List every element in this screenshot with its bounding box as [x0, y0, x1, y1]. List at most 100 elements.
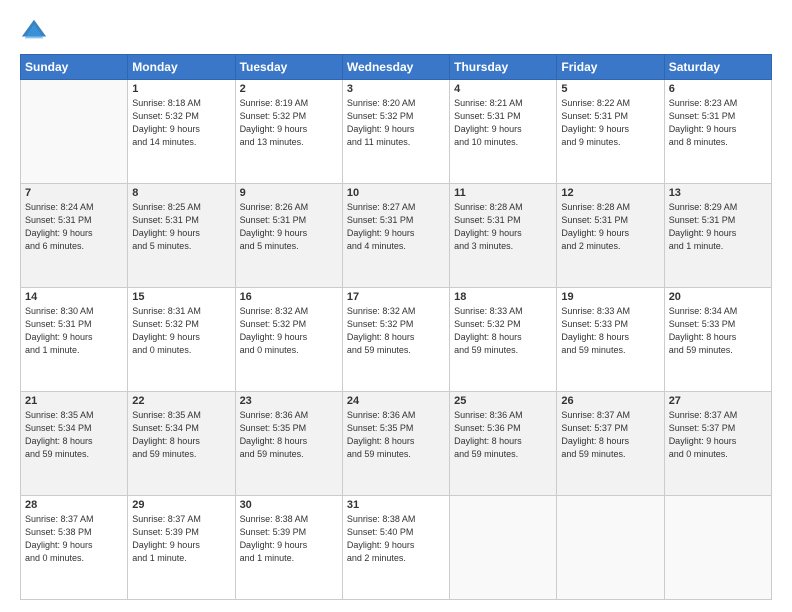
cell-info: Sunrise: 8:24 AMSunset: 5:31 PMDaylight:…	[25, 201, 123, 253]
day-number: 23	[240, 395, 338, 407]
cell-info: Sunrise: 8:27 AMSunset: 5:31 PMDaylight:…	[347, 201, 445, 253]
day-number: 11	[454, 187, 552, 199]
calendar-cell: 30 Sunrise: 8:38 AMSunset: 5:39 PMDayligh…	[235, 496, 342, 600]
calendar-week-row: 7 Sunrise: 8:24 AMSunset: 5:31 PMDaylight…	[21, 184, 772, 288]
cell-info: Sunrise: 8:28 AMSunset: 5:31 PMDaylight:…	[561, 201, 659, 253]
logo	[20, 16, 54, 44]
cell-info: Sunrise: 8:23 AMSunset: 5:31 PMDaylight:…	[669, 97, 767, 149]
calendar-cell: 18 Sunrise: 8:33 AMSunset: 5:32 PMDayligh…	[450, 288, 557, 392]
day-number: 10	[347, 187, 445, 199]
calendar-cell: 19 Sunrise: 8:33 AMSunset: 5:33 PMDayligh…	[557, 288, 664, 392]
day-number: 6	[669, 83, 767, 95]
calendar-cell: 26 Sunrise: 8:37 AMSunset: 5:37 PMDayligh…	[557, 392, 664, 496]
cell-info: Sunrise: 8:36 AMSunset: 5:36 PMDaylight:…	[454, 409, 552, 461]
calendar-cell: 17Sunrise: 8:32 AMSunset: 5:32 PMDayligh…	[342, 288, 449, 392]
cell-info: Sunrise: 8:33 AMSunset: 5:33 PMDaylight:…	[561, 305, 659, 357]
cell-info: Sunrise: 8:28 AMSunset: 5:31 PMDaylight:…	[454, 201, 552, 253]
calendar-cell	[450, 496, 557, 600]
cell-info: Sunrise: 8:35 AMSunset: 5:34 PMDaylight:…	[25, 409, 123, 461]
day-number: 5	[561, 83, 659, 95]
logo-icon	[20, 16, 48, 44]
calendar-cell: 20Sunrise: 8:34 AMSunset: 5:33 PMDayligh…	[664, 288, 771, 392]
day-number: 1	[132, 83, 230, 95]
calendar-cell	[21, 80, 128, 184]
calendar-cell: 16 Sunrise: 8:32 AMSunset: 5:32 PMDayligh…	[235, 288, 342, 392]
day-number: 25	[454, 395, 552, 407]
calendar-cell: 22 Sunrise: 8:35 AMSunset: 5:34 PMDayligh…	[128, 392, 235, 496]
calendar-cell: 29Sunrise: 8:37 AMSunset: 5:39 PMDayligh…	[128, 496, 235, 600]
day-number: 2	[240, 83, 338, 95]
weekday-header-thursday: Thursday	[450, 55, 557, 80]
cell-info: Sunrise: 8:37 AMSunset: 5:37 PMDaylight:…	[561, 409, 659, 461]
calendar-cell: 31 Sunrise: 8:38 AMSunset: 5:40 PMDayligh…	[342, 496, 449, 600]
weekday-header-saturday: Saturday	[664, 55, 771, 80]
calendar-week-row: 1 Sunrise: 8:18 AMSunset: 5:32 PMDaylight…	[21, 80, 772, 184]
calendar-cell: 10 Sunrise: 8:27 AMSunset: 5:31 PMDayligh…	[342, 184, 449, 288]
calendar-cell: 1 Sunrise: 8:18 AMSunset: 5:32 PMDaylight…	[128, 80, 235, 184]
day-number: 18	[454, 291, 552, 303]
calendar-cell: 25 Sunrise: 8:36 AMSunset: 5:36 PMDayligh…	[450, 392, 557, 496]
day-number: 14	[25, 291, 123, 303]
cell-info: Sunrise: 8:35 AMSunset: 5:34 PMDaylight:…	[132, 409, 230, 461]
day-number: 22	[132, 395, 230, 407]
cell-info: Sunrise: 8:37 AMSunset: 5:38 PMDaylight:…	[25, 513, 123, 565]
cell-info: Sunrise: 8:36 AMSunset: 5:35 PMDaylight:…	[347, 409, 445, 461]
day-number: 8	[132, 187, 230, 199]
weekday-header-friday: Friday	[557, 55, 664, 80]
cell-info: Sunrise: 8:26 AMSunset: 5:31 PMDaylight:…	[240, 201, 338, 253]
day-number: 30	[240, 499, 338, 511]
calendar-table: SundayMondayTuesdayWednesdayThursdayFrid…	[20, 54, 772, 600]
calendar-cell: 13 Sunrise: 8:29 AMSunset: 5:31 PMDayligh…	[664, 184, 771, 288]
cell-info: Sunrise: 8:25 AMSunset: 5:31 PMDaylight:…	[132, 201, 230, 253]
weekday-header-tuesday: Tuesday	[235, 55, 342, 80]
calendar-cell: 5 Sunrise: 8:22 AMSunset: 5:31 PMDaylight…	[557, 80, 664, 184]
cell-info: Sunrise: 8:20 AMSunset: 5:32 PMDaylight:…	[347, 97, 445, 149]
day-number: 28	[25, 499, 123, 511]
day-number: 4	[454, 83, 552, 95]
cell-info: Sunrise: 8:31 AMSunset: 5:32 PMDaylight:…	[132, 305, 230, 357]
cell-info: Sunrise: 8:33 AMSunset: 5:32 PMDaylight:…	[454, 305, 552, 357]
day-number: 7	[25, 187, 123, 199]
day-number: 24	[347, 395, 445, 407]
cell-info: Sunrise: 8:32 AMSunset: 5:32 PMDaylight:…	[240, 305, 338, 357]
calendar-cell: 11 Sunrise: 8:28 AMSunset: 5:31 PMDayligh…	[450, 184, 557, 288]
calendar-week-row: 28 Sunrise: 8:37 AMSunset: 5:38 PMDayligh…	[21, 496, 772, 600]
day-number: 20	[669, 291, 767, 303]
page: SundayMondayTuesdayWednesdayThursdayFrid…	[0, 0, 792, 612]
day-number: 29	[132, 499, 230, 511]
cell-info: Sunrise: 8:38 AMSunset: 5:39 PMDaylight:…	[240, 513, 338, 565]
day-number: 12	[561, 187, 659, 199]
calendar-cell: 7 Sunrise: 8:24 AMSunset: 5:31 PMDaylight…	[21, 184, 128, 288]
cell-info: Sunrise: 8:38 AMSunset: 5:40 PMDaylight:…	[347, 513, 445, 565]
calendar-cell: 14 Sunrise: 8:30 AMSunset: 5:31 PMDayligh…	[21, 288, 128, 392]
cell-info: Sunrise: 8:22 AMSunset: 5:31 PMDaylight:…	[561, 97, 659, 149]
day-number: 13	[669, 187, 767, 199]
day-number: 15	[132, 291, 230, 303]
day-number: 21	[25, 395, 123, 407]
calendar-week-row: 14 Sunrise: 8:30 AMSunset: 5:31 PMDayligh…	[21, 288, 772, 392]
weekday-header-sunday: Sunday	[21, 55, 128, 80]
header	[20, 16, 772, 44]
day-number: 27	[669, 395, 767, 407]
day-number: 16	[240, 291, 338, 303]
cell-info: Sunrise: 8:32 AMSunset: 5:32 PMDaylight:…	[347, 305, 445, 357]
cell-info: Sunrise: 8:30 AMSunset: 5:31 PMDaylight:…	[25, 305, 123, 357]
cell-info: Sunrise: 8:18 AMSunset: 5:32 PMDaylight:…	[132, 97, 230, 149]
cell-info: Sunrise: 8:37 AMSunset: 5:37 PMDaylight:…	[669, 409, 767, 461]
cell-info: Sunrise: 8:29 AMSunset: 5:31 PMDaylight:…	[669, 201, 767, 253]
calendar-cell: 15 Sunrise: 8:31 AMSunset: 5:32 PMDayligh…	[128, 288, 235, 392]
cell-info: Sunrise: 8:36 AMSunset: 5:35 PMDaylight:…	[240, 409, 338, 461]
calendar-cell: 6 Sunrise: 8:23 AMSunset: 5:31 PMDaylight…	[664, 80, 771, 184]
calendar-cell	[664, 496, 771, 600]
calendar-cell: 24 Sunrise: 8:36 AMSunset: 5:35 PMDayligh…	[342, 392, 449, 496]
weekday-header-monday: Monday	[128, 55, 235, 80]
calendar-week-row: 21 Sunrise: 8:35 AMSunset: 5:34 PMDayligh…	[21, 392, 772, 496]
day-number: 31	[347, 499, 445, 511]
day-number: 26	[561, 395, 659, 407]
day-number: 19	[561, 291, 659, 303]
calendar-cell: 21 Sunrise: 8:35 AMSunset: 5:34 PMDayligh…	[21, 392, 128, 496]
calendar-cell: 2 Sunrise: 8:19 AMSunset: 5:32 PMDaylight…	[235, 80, 342, 184]
calendar-cell: 3Sunrise: 8:20 AMSunset: 5:32 PMDaylight…	[342, 80, 449, 184]
calendar-cell	[557, 496, 664, 600]
cell-info: Sunrise: 8:19 AMSunset: 5:32 PMDaylight:…	[240, 97, 338, 149]
